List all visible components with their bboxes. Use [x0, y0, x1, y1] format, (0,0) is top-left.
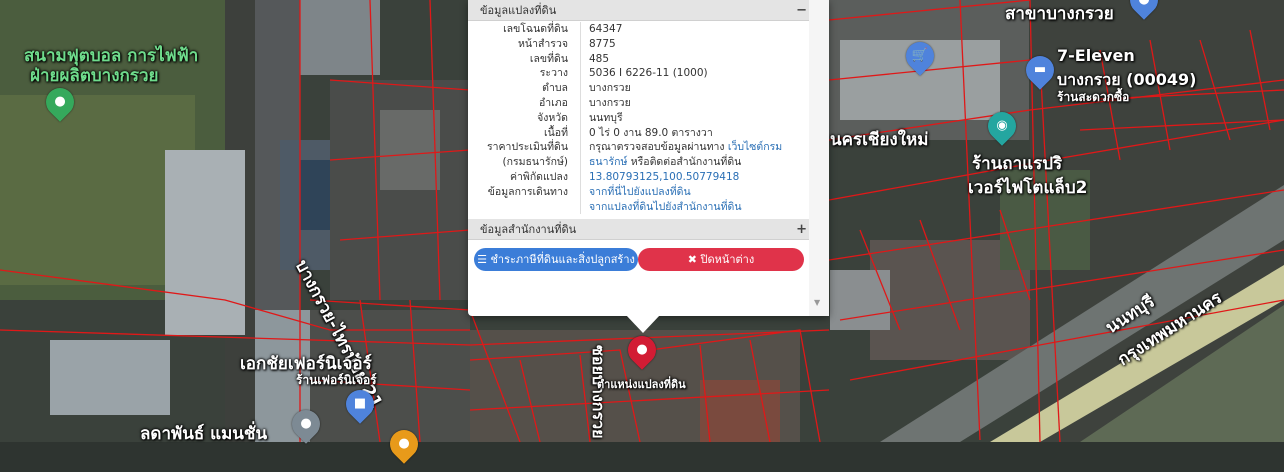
- parcel-info-table: เลขโฉนดที่ดิน 64347 หน้าสำรวจ 8775 เลขที่ด…: [468, 22, 809, 215]
- map-label-convenience: ร้านสะดวกซื้อ: [1057, 90, 1130, 104]
- map-label-7eleven: 7-Eleven: [1057, 46, 1135, 65]
- map-label-bakery: ร้านถาแรปริ: [972, 154, 1063, 174]
- row-label: ตำบล: [542, 82, 568, 95]
- map-label-mansion: ลดาพันธ์ แมนชั่น: [140, 424, 268, 444]
- scroll-down-arrow-icon[interactable]: ▼: [814, 298, 820, 307]
- price-label: ราคาประเมินที่ดิน: [486, 141, 568, 154]
- map-label-city: นครเชียงใหม่: [830, 130, 929, 150]
- row-value: 485: [580, 51, 809, 67]
- table-row: ตำบล บางกรวย: [468, 81, 809, 96]
- map-label-branch: สาขาบางกรวย: [1005, 4, 1114, 24]
- travel-label: ข้อมูลการเดินทาง: [487, 185, 568, 198]
- table-row: หน้าสำรวจ 8775: [468, 36, 809, 52]
- directions-to-parcel-link[interactable]: จากที่นี่ไปยังแปลงที่ดิน: [589, 185, 809, 200]
- table-row: จังหวัด นนทบุรี: [468, 110, 809, 126]
- furniture-pin-icon[interactable]: ■: [340, 384, 380, 424]
- table-row: เนื้อที่ 0 ไร่ 0 งาน 89.0 ตารางวา: [468, 125, 809, 141]
- map-label-parcel-position: ตำแหน่งแปลงที่ดิน: [597, 378, 686, 391]
- popup-pointer: [626, 315, 660, 333]
- map-label-stadium-2: ฝ่ายผลิตบางกรวย: [30, 66, 159, 86]
- pay-land-tax-button[interactable]: ☰ ชำระภาษีที่ดินและสิ่งปลูกสร้าง: [474, 248, 638, 271]
- shopping-cart-pin-icon[interactable]: 🛒: [900, 36, 940, 76]
- map-label-bakery-2: เวอร์ไฟโตแล็บ2: [968, 178, 1088, 198]
- map-label-furniture-store: ร้านเฟอร์นิเจอร์: [296, 373, 377, 387]
- row-label: เลขโฉนดที่ดิน: [503, 23, 568, 35]
- directions-to-office-link[interactable]: จากแปลงที่ดินไปยังสำนักงานที่ดิน: [589, 200, 809, 215]
- row-value: บางกรวย: [580, 81, 809, 96]
- scrollbar-track[interactable]: [809, 0, 829, 316]
- section-header-office[interactable]: ข้อมูลสำนักงานที่ดิน +: [468, 219, 809, 240]
- table-row: อำเภอ บางกรวย: [468, 95, 809, 111]
- treasury-link-cont[interactable]: ธนารักษ์: [589, 156, 627, 168]
- collapse-icon[interactable]: −: [796, 0, 807, 21]
- bakery-pin-icon[interactable]: ◉: [982, 106, 1022, 146]
- row-label: เลขที่ดิน: [529, 52, 568, 65]
- price-label-dept: (กรมธนารักษ์): [502, 156, 568, 169]
- row-label: อำเภอ: [538, 96, 568, 109]
- list-icon: ☰: [477, 253, 491, 266]
- row-label: หน้าสำรวจ: [518, 37, 568, 50]
- row-label: ระวาง: [539, 67, 568, 80]
- table-row: เลขโฉนดที่ดิน 64347: [468, 22, 809, 37]
- close-window-button[interactable]: ✖ ปิดหน้าต่าง: [638, 248, 804, 271]
- parcel-location-pin-icon[interactable]: ●: [622, 330, 662, 370]
- table-row: เลขที่ดิน 485: [468, 51, 809, 67]
- row-label: เนื้อที่: [544, 126, 568, 139]
- row-value: 5036 I 6226-11 (1000): [580, 66, 809, 82]
- coord-row: ค่าพิกัดแปลง 13.80793125,100.50779418: [468, 169, 809, 185]
- row-value: นนทบุรี: [580, 110, 809, 126]
- coord-link[interactable]: 13.80793125,100.50779418: [589, 171, 739, 183]
- row-value: 64347: [580, 22, 809, 37]
- store-pin-icon[interactable]: ▬: [1020, 50, 1060, 90]
- row-label: จังหวัด: [537, 111, 568, 124]
- coord-label: ค่าพิกัดแปลง: [509, 170, 568, 183]
- treasury-website-link[interactable]: เว็บไซต์กรม: [728, 141, 782, 153]
- close-icon: ✖: [687, 253, 701, 266]
- expand-icon[interactable]: +: [796, 219, 807, 240]
- price-row: ราคาประเมินที่ดิน (กรมธนารักษ์) กรุณาตรวจ…: [468, 140, 809, 170]
- section-title-office: ข้อมูลสำนักงานที่ดิน: [480, 223, 577, 236]
- parcel-info-popup: ข้อมูลแปลงที่ดิน − เลขโฉนดที่ดิน 64347 หน…: [468, 0, 829, 316]
- row-value: บางกรวย: [580, 95, 809, 111]
- park-pin-icon[interactable]: ●: [40, 82, 80, 122]
- price-text-2: หรือติดต่อสำนักงานที่ดิน: [627, 156, 742, 169]
- table-row: ระวาง 5036 I 6226-11 (1000): [468, 66, 809, 82]
- travel-row: ข้อมูลการเดินทาง จากที่นี่ไปยังแปลงที่ดิน…: [468, 184, 809, 215]
- food-pin-icon[interactable]: ●: [384, 424, 424, 464]
- row-value: 8775: [580, 36, 809, 52]
- section-header-parcel[interactable]: ข้อมูลแปลงที่ดิน −: [468, 0, 809, 21]
- row-value: 0 ไร่ 0 งาน 89.0 ตารางวา: [580, 125, 809, 141]
- price-text: กรุณาตรวจสอบข้อมูลผ่านทาง: [589, 141, 728, 154]
- section-title-parcel: ข้อมูลแปลงที่ดิน: [480, 4, 557, 17]
- mansion-pin-icon[interactable]: ●: [286, 404, 326, 444]
